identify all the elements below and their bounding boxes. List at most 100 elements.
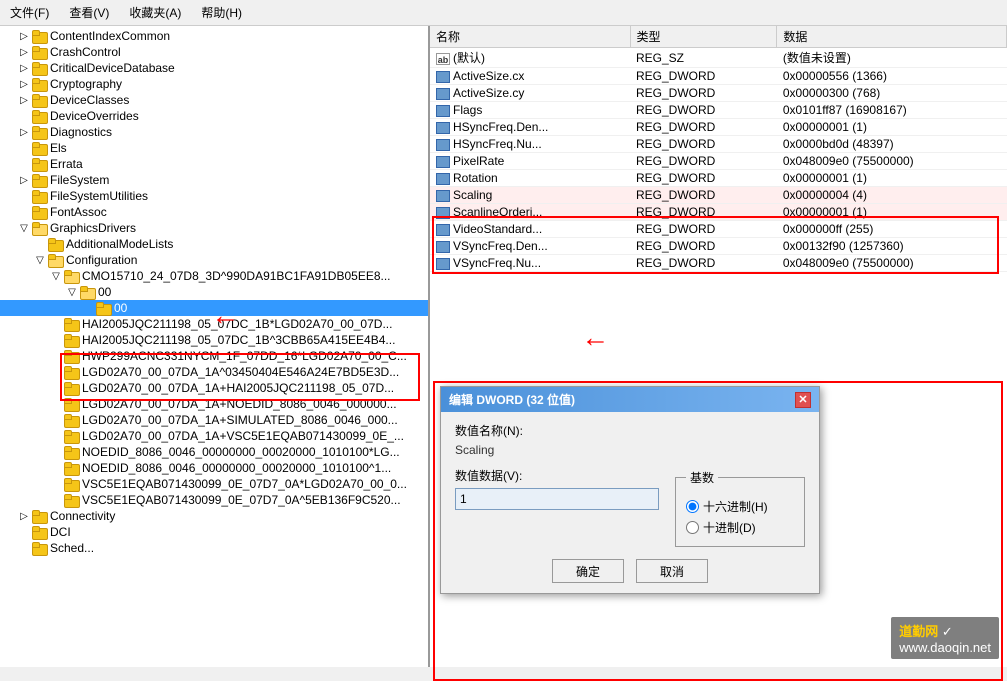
dword-icon <box>436 122 450 134</box>
tree-label: FileSystemUtilities <box>50 189 148 203</box>
left-pane[interactable]: ▷ContentIndexCommon▷CrashControl▷Critica… <box>0 26 430 667</box>
table-row[interactable]: VSyncFreq.Nu... REG_DWORD 0x048009e0 (75… <box>430 255 1007 272</box>
tree-item[interactable]: FontAssoc <box>0 204 428 220</box>
tree-item[interactable]: ▷FileSystem <box>0 172 428 188</box>
hex-radio[interactable] <box>686 500 699 513</box>
folder-icon <box>64 477 80 491</box>
tree-item[interactable]: HWP299ACNC331NYCM_1F_07DD_16*LGD02A70_00… <box>0 348 428 364</box>
tree-label: LGD02A70_00_07DA_1A+VSC5E1EQAB071430099_… <box>82 429 404 443</box>
tree-item[interactable]: ▷Cryptography <box>0 76 428 92</box>
tree-item[interactable]: ▽Configuration <box>0 252 428 268</box>
tree-item[interactable]: ▷Connectivity <box>0 508 428 524</box>
table-row[interactable]: VSyncFreq.Den... REG_DWORD 0x00132f90 (1… <box>430 238 1007 255</box>
dialog-right-col: 基数 十六进制(H) 十进制(D) <box>675 467 805 547</box>
value-name-display: Scaling <box>455 443 805 457</box>
dec-radio[interactable] <box>686 521 699 534</box>
tree-item[interactable]: DCI <box>0 524 428 540</box>
cell-name: VSyncFreq.Den... <box>430 238 630 255</box>
tree-item[interactable]: LGD02A70_00_07DA_1A+HAI2005JQC211198_05_… <box>0 380 428 396</box>
menu-favorites[interactable]: 收藏夹(A) <box>123 2 187 23</box>
tree-label: LGD02A70_00_07DA_1A+HAI2005JQC211198_05_… <box>82 381 394 395</box>
tree-item[interactable]: ▷ContentIndexCommon <box>0 28 428 44</box>
cell-type: REG_DWORD <box>630 119 777 136</box>
tree-toggle[interactable]: ▷ <box>16 95 32 106</box>
menu-view[interactable]: 查看(V) <box>63 2 115 23</box>
tree-toggle[interactable]: ▷ <box>16 47 32 58</box>
dialog-close-button[interactable]: ✕ <box>795 392 811 408</box>
radio-group: 十六进制(H) 十进制(D) <box>686 498 794 536</box>
table-row[interactable]: ActiveSize.cx REG_DWORD 0x00000556 (1366… <box>430 68 1007 85</box>
tree-item[interactable]: VSC5E1EQAB071430099_0E_07D7_0A*LGD02A70_… <box>0 476 428 492</box>
table-row[interactable]: VideoStandard... REG_DWORD 0x000000ff (2… <box>430 221 1007 238</box>
tree-item[interactable]: ▷DeviceClasses <box>0 92 428 108</box>
cell-type: REG_DWORD <box>630 85 777 102</box>
tree-item[interactable]: AdditionalModeLists <box>0 236 428 252</box>
tree-item[interactable]: HAI2005JQC211198_05_07DC_1B*LGD02A70_00_… <box>0 316 428 332</box>
tree-item[interactable]: ▷Diagnostics <box>0 124 428 140</box>
cell-name: Rotation <box>430 170 630 187</box>
tree-toggle[interactable]: ▽ <box>64 287 80 298</box>
ok-button[interactable]: 确定 <box>552 559 624 583</box>
value-data-input[interactable] <box>455 488 659 510</box>
tree-item[interactable]: ▽GraphicsDrivers <box>0 220 428 236</box>
folder-icon <box>64 349 80 363</box>
table-row[interactable]: HSyncFreq.Nu... REG_DWORD 0x0000bd0d (48… <box>430 136 1007 153</box>
folder-icon <box>64 461 80 475</box>
tree-item[interactable]: HAI2005JQC211198_05_07DC_1B^3CBB65A415EE… <box>0 332 428 348</box>
table-row[interactable]: Flags REG_DWORD 0x0101ff87 (16908167) <box>430 102 1007 119</box>
menu-file[interactable]: 文件(F) <box>4 2 55 23</box>
tree-label: DeviceOverrides <box>50 109 139 123</box>
tree-toggle[interactable]: ▽ <box>48 271 64 282</box>
table-row[interactable]: HSyncFreq.Den... REG_DWORD 0x00000001 (1… <box>430 119 1007 136</box>
cell-type: REG_DWORD <box>630 204 777 221</box>
cancel-button[interactable]: 取消 <box>636 559 708 583</box>
tree-label: CMO15710_24_07D8_3D^990DA91BC1FA91DB05EE… <box>82 269 391 283</box>
table-row[interactable]: ScanlineOrderi... REG_DWORD 0x00000001 (… <box>430 204 1007 221</box>
tree-label: AdditionalModeLists <box>66 237 173 251</box>
tree-item[interactable]: ▷CrashControl <box>0 44 428 60</box>
dword-icon <box>436 156 450 168</box>
tree-item[interactable]: Errata <box>0 156 428 172</box>
table-row[interactable]: ActiveSize.cy REG_DWORD 0x00000300 (768) <box>430 85 1007 102</box>
menu-help[interactable]: 帮助(H) <box>195 2 248 23</box>
tree-item[interactable]: ▽00 <box>0 284 428 300</box>
tree-item[interactable]: LGD02A70_00_07DA_1A+SIMULATED_8086_0046_… <box>0 412 428 428</box>
tree-toggle[interactable]: ▷ <box>16 63 32 74</box>
tree-item[interactable]: NOEDID_8086_0046_00000000_00020000_10101… <box>0 444 428 460</box>
col-name[interactable]: 名称 <box>430 26 630 48</box>
tree-toggle[interactable]: ▽ <box>16 223 32 234</box>
tree-item[interactable]: ▽ CMO15710_24_07D8_3D^990DA91BC1FA91DB05E… <box>0 268 428 284</box>
tree-item[interactable]: 00 <box>0 300 428 316</box>
registry-table: 名称 类型 数据 ab(默认) REG_SZ (数值未设置) ActiveSiz… <box>430 26 1007 272</box>
tree-item[interactable]: LGD02A70_00_07DA_1A^03450404E546A24E7BD5… <box>0 364 428 380</box>
tree-toggle[interactable]: ▽ <box>32 255 48 266</box>
tree-toggle[interactable]: ▷ <box>16 127 32 138</box>
tree-toggle[interactable]: ▷ <box>16 31 32 42</box>
table-row[interactable]: Rotation REG_DWORD 0x00000001 (1) <box>430 170 1007 187</box>
tree-item[interactable]: Sched... <box>0 540 428 556</box>
ab-icon: ab <box>436 53 450 65</box>
tree-item[interactable]: Els <box>0 140 428 156</box>
tree-label: DCI <box>50 525 71 539</box>
tree-toggle[interactable]: ▷ <box>16 79 32 90</box>
tree-item[interactable]: LGD02A70_00_07DA_1A+VSC5E1EQAB071430099_… <box>0 428 428 444</box>
tree-item[interactable]: VSC5E1EQAB071430099_0E_07D7_0A^5EB136F9C… <box>0 492 428 508</box>
table-row[interactable]: PixelRate REG_DWORD 0x048009e0 (75500000… <box>430 153 1007 170</box>
tree-item[interactable]: NOEDID_8086_0046_00000000_00020000_10101… <box>0 460 428 476</box>
tree-toggle[interactable]: ▷ <box>16 511 32 522</box>
col-type[interactable]: 类型 <box>630 26 777 48</box>
table-row[interactable]: ab(默认) REG_SZ (数值未设置) <box>430 48 1007 68</box>
table-row[interactable]: Scaling REG_DWORD 0x00000004 (4) <box>430 187 1007 204</box>
dword-icon <box>436 207 450 219</box>
watermark-en: www.daoqin.net <box>899 640 991 655</box>
col-data[interactable]: 数据 <box>777 26 1007 48</box>
cell-data: 0x048009e0 (75500000) <box>777 153 1007 170</box>
hex-radio-label[interactable]: 十六进制(H) <box>686 498 794 515</box>
tree-item[interactable]: DeviceOverrides <box>0 108 428 124</box>
dec-radio-label[interactable]: 十进制(D) <box>686 519 794 536</box>
tree-item[interactable]: LGD02A70_00_07DA_1A+NOEDID_8086_0046_000… <box>0 396 428 412</box>
tree-item[interactable]: FileSystemUtilities <box>0 188 428 204</box>
watermark-zh: 道勤网 <box>899 624 938 639</box>
tree-toggle[interactable]: ▷ <box>16 175 32 186</box>
tree-item[interactable]: ▷CriticalDeviceDatabase <box>0 60 428 76</box>
